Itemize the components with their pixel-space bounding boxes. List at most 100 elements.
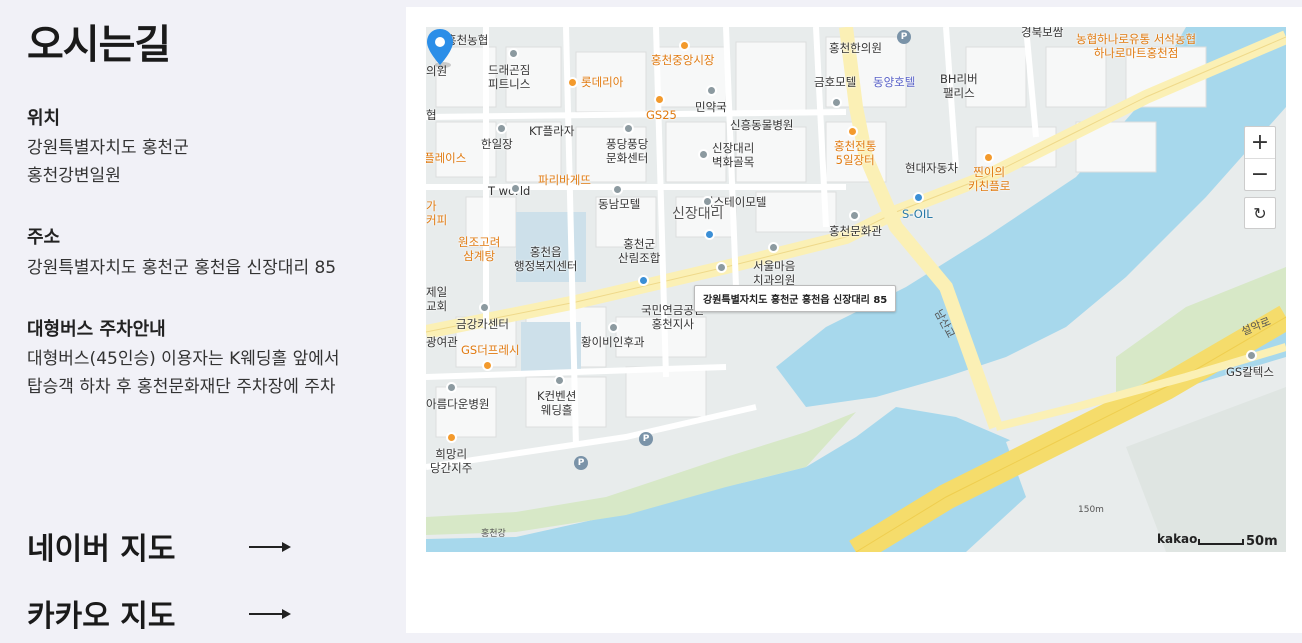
map-label: 농협하나로유통 서석농협 하나로마트홍천점 <box>1076 32 1197 60</box>
map-label: 아름다운병원 <box>426 397 490 411</box>
map-label: 동남모텔 <box>598 197 641 211</box>
map-label: BH리버 팰리스 <box>940 72 978 100</box>
poi-marker-icon[interactable] <box>510 183 521 194</box>
poi-marker-icon[interactable] <box>508 48 519 59</box>
location-line-2: 홍천강변일원 <box>27 166 121 186</box>
location-pin-icon[interactable] <box>426 27 454 69</box>
poi-marker-icon[interactable] <box>623 123 634 134</box>
kakao-logo: kakao <box>1157 532 1198 546</box>
map-label: 황이비인후과 <box>581 335 645 349</box>
poi-marker-icon[interactable] <box>849 210 860 221</box>
map-label: 홍천중앙시장 <box>651 53 715 67</box>
arrow-right-icon <box>249 542 291 552</box>
contour-label: 150m <box>1078 505 1104 515</box>
map-label: GS더프레시 <box>461 343 520 357</box>
scale-bar <box>1198 539 1244 545</box>
map-label: 금강카센터 <box>456 317 509 331</box>
reset-map-button[interactable]: ↻ <box>1244 197 1276 229</box>
poi-marker-icon[interactable] <box>702 196 713 207</box>
map-label: 찐이의 키친플로 <box>968 165 1011 193</box>
map-label: 민약국 <box>695 100 727 114</box>
naver-map-label: 네이버 지도 <box>27 532 176 567</box>
bus-parking-line-1: 대형버스(45인승) 이용자는 K웨딩홀 앞에서 <box>27 349 340 369</box>
poi-marker-icon[interactable] <box>654 94 665 105</box>
map-label: 원조고려 삼계탕 <box>458 235 501 263</box>
map-label: GS칼텍스 <box>1226 365 1274 379</box>
zoom-control: + − <box>1244 126 1276 191</box>
poi-marker-icon[interactable] <box>831 97 842 108</box>
map-label: 홍천전통 5일장터 <box>834 139 877 167</box>
poi-marker-icon[interactable] <box>1246 350 1257 361</box>
kakao-map-link[interactable]: 카카오 지도 <box>27 591 297 635</box>
zoom-in-button[interactable]: + <box>1245 127 1275 158</box>
kakao-map[interactable]: 홍천농협 드래곤짐 피트니스 롯데리아 홍천중앙시장 홍천한의원 경북보쌈 농협… <box>426 27 1286 552</box>
map-label: 동양호텔 <box>873 75 916 89</box>
poi-marker-icon[interactable] <box>446 432 457 443</box>
location-line-1: 강원특별자치도 홍천군 <box>27 138 189 158</box>
map-label: 가 커피 <box>426 199 448 227</box>
poi-marker-icon[interactable] <box>479 302 490 313</box>
map-label: 플레이스 <box>426 151 467 165</box>
map-label: 롯데리아 <box>581 75 624 89</box>
poi-marker-icon[interactable] <box>608 322 619 333</box>
map-label: 금호모텔 <box>814 75 857 89</box>
poi-marker-icon[interactable] <box>706 85 717 96</box>
poi-marker-icon[interactable] <box>698 149 709 160</box>
poi-marker-icon[interactable] <box>716 262 727 273</box>
poi-marker-icon[interactable] <box>983 152 994 163</box>
poi-marker-icon[interactable] <box>496 123 507 134</box>
map-label: GS25 <box>646 108 677 122</box>
address-value: 강원특별자치도 홍천군 홍천읍 신장대리 85 <box>27 258 337 278</box>
naver-map-link[interactable]: 네이버 지도 <box>27 524 297 568</box>
address-callout: 강원특별자치도 홍천군 홍천읍 신장대리 85 <box>694 285 897 312</box>
map-label: 경북보쌈 <box>1021 27 1064 39</box>
poi-marker-icon[interactable] <box>446 382 457 393</box>
address-label: 주소 <box>27 227 61 248</box>
kakao-map-label: 카카오 지도 <box>27 599 176 634</box>
arrow-right-icon <box>249 609 291 619</box>
bus-stop-icon[interactable] <box>704 229 715 240</box>
zoom-out-button[interactable]: − <box>1245 158 1275 190</box>
poi-marker-icon[interactable] <box>913 192 924 203</box>
map-label: 드래곤짐 피트니스 <box>488 63 531 91</box>
map-card: 홍천농협 드래곤짐 피트니스 롯데리아 홍천중앙시장 홍천한의원 경북보쌈 농협… <box>406 7 1302 633</box>
scale-label: 50m <box>1246 534 1278 549</box>
map-label: 파리바게뜨 <box>538 173 591 187</box>
map-label: 신장대리 벽화골목 <box>712 141 755 169</box>
poi-marker-icon[interactable] <box>482 360 493 371</box>
parking-icon[interactable]: P <box>639 432 653 446</box>
map-label: 희망리 당간지주 <box>430 447 473 475</box>
bus-parking-line-2: 탑승객 하차 후 홍천문화재단 주차장에 주차 <box>27 377 336 397</box>
map-label: 광여관 <box>426 335 458 349</box>
poi-marker-icon[interactable] <box>847 126 858 137</box>
bus-stop-icon[interactable] <box>638 275 649 286</box>
map-label: 현대자동차 <box>905 161 958 175</box>
parking-icon[interactable]: P <box>574 456 588 470</box>
poi-marker-icon[interactable] <box>554 375 565 386</box>
page-title: 오시는길 <box>27 22 171 68</box>
map-label: 풍당풍당 문화센터 <box>606 137 649 165</box>
river-label: 홍천강 <box>481 529 506 539</box>
poi-marker-icon[interactable] <box>679 40 690 51</box>
poi-marker-icon[interactable] <box>567 77 578 88</box>
map-label: 홍천읍 행정복지센터 <box>514 245 578 273</box>
parking-icon[interactable]: P <box>897 30 911 44</box>
map-label: 한일장 <box>481 137 513 151</box>
refresh-icon: ↻ <box>1253 203 1267 223</box>
map-label: 홍천군 산림조합 <box>618 237 661 265</box>
map-label: 서울마음 치과의원 <box>753 259 796 287</box>
map-label: K컨벤션 웨딩홀 <box>537 389 577 417</box>
location-label: 위치 <box>27 108 61 129</box>
map-label: 홍천문화관 <box>829 224 882 238</box>
poi-marker-icon[interactable] <box>612 184 623 195</box>
map-label: S-OIL <box>902 207 933 221</box>
poi-marker-icon[interactable] <box>768 242 779 253</box>
map-label: 신흥동물병원 <box>730 118 794 132</box>
bus-parking-label: 대형버스 주차안내 <box>27 319 166 340</box>
map-label: 제일 교회 <box>426 285 448 313</box>
map-label: T world <box>488 184 531 198</box>
map-label: 협 <box>426 108 437 122</box>
map-label: KT플라자 <box>529 124 575 138</box>
map-label: 홍천한의원 <box>829 41 882 55</box>
map-label: 신장대리 <box>672 206 724 222</box>
